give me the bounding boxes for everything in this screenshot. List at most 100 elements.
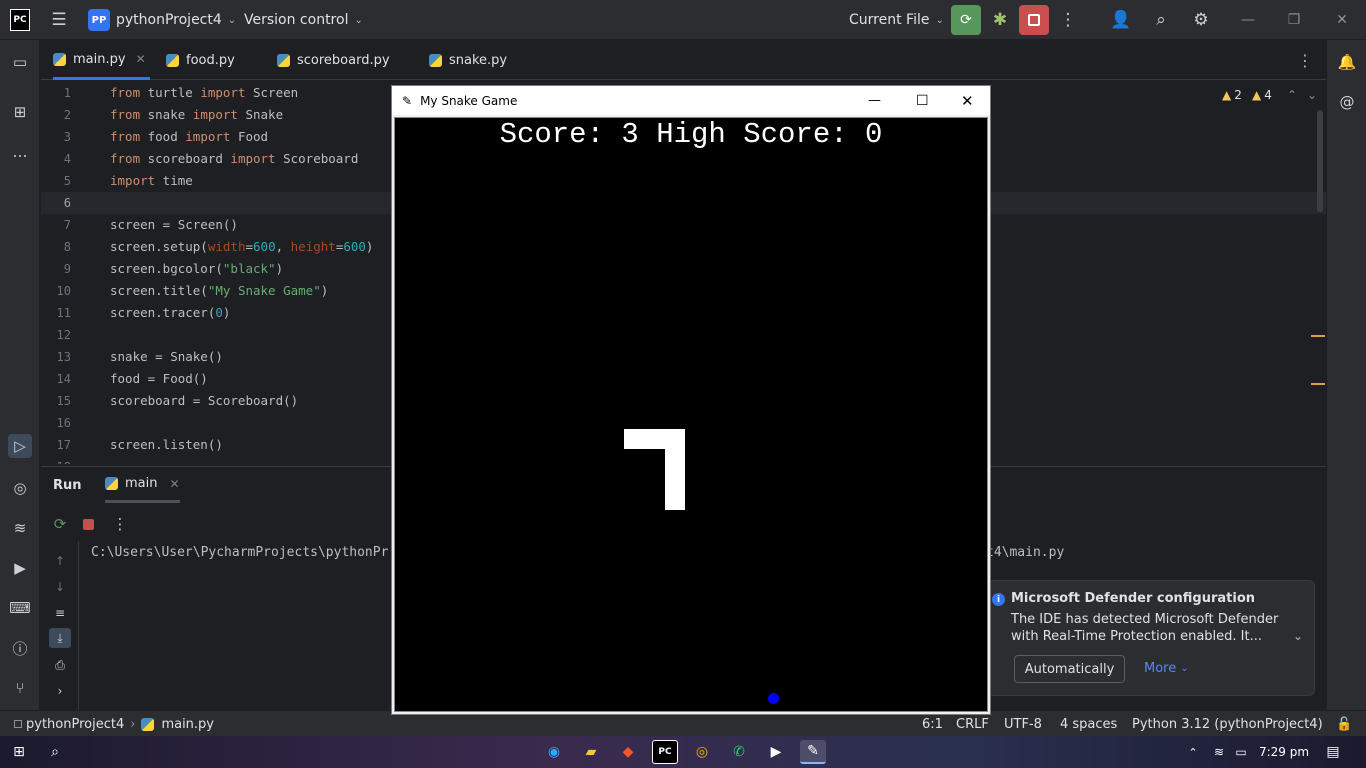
project-selector[interactable]: PP pythonProject4 ⌄ xyxy=(88,0,236,40)
tab-main-py[interactable]: main.py ✕ xyxy=(53,41,150,80)
run-config-selector[interactable]: Current File ⌄ xyxy=(849,0,944,40)
close-icon[interactable]: ✕ xyxy=(1322,0,1362,40)
print-icon[interactable]: ⎙ xyxy=(49,655,71,675)
chrome-icon[interactable]: ◎ xyxy=(689,740,715,764)
tabs-more-icon[interactable]: ⋮ xyxy=(1297,41,1313,80)
weak-warnings-indicator[interactable]: ▲ 4 xyxy=(1252,88,1272,102)
rerun-button[interactable]: ⟳ xyxy=(951,5,981,35)
battery-icon[interactable]: ▭ xyxy=(1228,740,1254,764)
notification-title: Microsoft Defender configuration xyxy=(1011,591,1256,606)
chevron-right-icon: › xyxy=(130,716,136,732)
gear-icon[interactable]: ⚙ xyxy=(1188,0,1214,40)
stop-button[interactable] xyxy=(77,514,99,534)
chevron-down-icon: ⌄ xyxy=(227,14,237,26)
code-line: screen.title("My Snake Game") xyxy=(110,283,329,298)
line-number: 13 xyxy=(56,350,71,364)
warning-stripe-marker[interactable] xyxy=(1311,383,1325,385)
stop-button[interactable] xyxy=(1019,5,1049,35)
run-title: Run xyxy=(53,477,82,493)
brave-icon[interactable]: ◆ xyxy=(615,740,641,764)
tab-label: main.py xyxy=(73,51,126,67)
expand-icon[interactable]: › xyxy=(49,681,71,701)
layers-icon[interactable]: ≋ xyxy=(8,516,32,540)
maximize-icon[interactable]: ☐ xyxy=(916,93,929,109)
python-interpreter[interactable]: Python 3.12 (pythonProject4) xyxy=(1132,711,1323,737)
more-tools-icon[interactable]: … xyxy=(8,140,32,164)
warning-stripe-marker[interactable] xyxy=(1311,335,1325,337)
line-number: 16 xyxy=(56,416,71,430)
tab-run-main[interactable]: main ✕ xyxy=(105,467,180,503)
terminal-icon[interactable]: ⌨ xyxy=(8,596,32,620)
minimize-icon[interactable]: — xyxy=(868,93,881,108)
more-label: More xyxy=(1144,661,1177,676)
vcs-selector[interactable]: Version control ⌄ xyxy=(244,0,363,40)
close-icon[interactable]: ✕ xyxy=(961,92,974,110)
editor-scrollbar[interactable] xyxy=(1317,110,1323,212)
line-number: 15 xyxy=(56,394,71,408)
soft-wrap-icon[interactable]: ≡ xyxy=(49,603,71,623)
chevron-down-icon: ⌄ xyxy=(354,14,363,26)
breadcrumb-project[interactable]: pythonProject4 xyxy=(26,717,124,732)
tab-scoreboard-py[interactable]: scoreboard.py xyxy=(277,41,390,80)
python-console-icon[interactable]: ◎ xyxy=(8,476,32,500)
main-menu-icon[interactable]: ☰ xyxy=(46,0,72,40)
more-options-icon[interactable]: ⋮ xyxy=(109,514,131,534)
run-side-toolbar: ↑ ↓ ≡ ⤓ ⎙ › xyxy=(41,542,79,710)
previous-highlight-icon[interactable]: ⌃ xyxy=(1287,88,1297,102)
code-line: from snake import Snake xyxy=(110,107,284,122)
tray-overflow-icon[interactable]: ⌃ xyxy=(1180,740,1206,764)
tab-label: scoreboard.py xyxy=(297,53,390,68)
media-player-icon[interactable]: ▶ xyxy=(763,740,789,764)
edge-icon[interactable]: ◉ xyxy=(541,740,567,764)
ai-assistant-icon[interactable]: @ xyxy=(1335,90,1359,114)
console-output-tail[interactable]: t4\main.py xyxy=(986,545,1064,560)
expand-notification-icon[interactable]: ⌄ xyxy=(1293,629,1303,643)
warning-icon: ▲ xyxy=(1252,88,1262,102)
folder-icon[interactable]: ▭ xyxy=(8,50,32,74)
notifications-icon[interactable]: 🔔 xyxy=(1335,50,1359,74)
file-explorer-icon[interactable]: ▰ xyxy=(578,740,604,764)
code-line: food = Food() xyxy=(110,371,208,386)
scroll-to-end-icon[interactable]: ⤓ xyxy=(49,628,71,648)
indent-setting[interactable]: 4 spaces xyxy=(1060,711,1117,737)
close-tab-icon[interactable]: ✕ xyxy=(169,477,179,491)
notification-center-icon[interactable]: ▤ xyxy=(1320,740,1346,764)
tab-food-py[interactable]: food.py xyxy=(166,41,235,80)
git-icon[interactable]: ⑂ xyxy=(8,676,32,700)
game-canvas[interactable]: Score: 3 High Score: 0 xyxy=(394,117,988,712)
python-turtle-taskbar-icon[interactable]: ✎ xyxy=(800,740,826,764)
more-link[interactable]: More ⌄ xyxy=(1144,661,1189,676)
line-number: 5 xyxy=(63,174,71,188)
breadcrumb-file[interactable]: main.py xyxy=(161,717,214,732)
whatsapp-icon[interactable]: ✆ xyxy=(726,740,752,764)
clock[interactable]: 7:29 pm xyxy=(1256,740,1312,764)
tab-label: food.py xyxy=(186,53,235,68)
add-user-icon[interactable]: 👤 xyxy=(1108,0,1134,40)
problems-icon[interactable]: ⓘ xyxy=(8,636,32,660)
food-dot xyxy=(768,693,779,704)
chevron-down-icon: ⌄ xyxy=(935,14,944,26)
warning-icon: ▲ xyxy=(1222,88,1232,102)
automatically-button[interactable]: Automatically xyxy=(1014,655,1125,683)
lock-icon[interactable]: 🔓 xyxy=(1336,711,1352,737)
scroll-down-icon[interactable]: ↓ xyxy=(49,577,71,597)
next-highlight-icon[interactable]: ⌄ xyxy=(1307,88,1317,102)
more-actions-icon[interactable]: ⋮ xyxy=(1055,0,1081,40)
scroll-up-icon[interactable]: ↑ xyxy=(49,551,71,571)
structure-icon[interactable]: ⊞ xyxy=(8,100,32,124)
tab-snake-py[interactable]: snake.py xyxy=(429,41,507,80)
windows-start-icon[interactable]: ⊞ xyxy=(6,740,32,764)
pycharm-taskbar-icon[interactable]: PC xyxy=(652,740,678,764)
warnings-indicator[interactable]: ▲ 2 xyxy=(1222,88,1242,102)
restore-icon[interactable]: ❐ xyxy=(1274,0,1314,40)
console-output[interactable]: C:\Users\User\PycharmProjects\pythonPr xyxy=(91,545,388,560)
rerun-icon[interactable]: ⟳ xyxy=(49,514,71,534)
services-icon[interactable]: ▶ xyxy=(8,556,32,580)
search-icon[interactable]: ⌕ xyxy=(1148,0,1174,40)
close-tab-icon[interactable]: ✕ xyxy=(136,52,146,66)
file-encoding[interactable]: UTF-8 xyxy=(1004,711,1042,737)
taskbar-search-icon[interactable]: ⌕ xyxy=(42,740,68,764)
run-tool-icon[interactable]: ▷ xyxy=(8,434,32,458)
debug-icon[interactable]: ✱ xyxy=(987,0,1013,40)
minimize-icon[interactable]: — xyxy=(1228,0,1268,40)
